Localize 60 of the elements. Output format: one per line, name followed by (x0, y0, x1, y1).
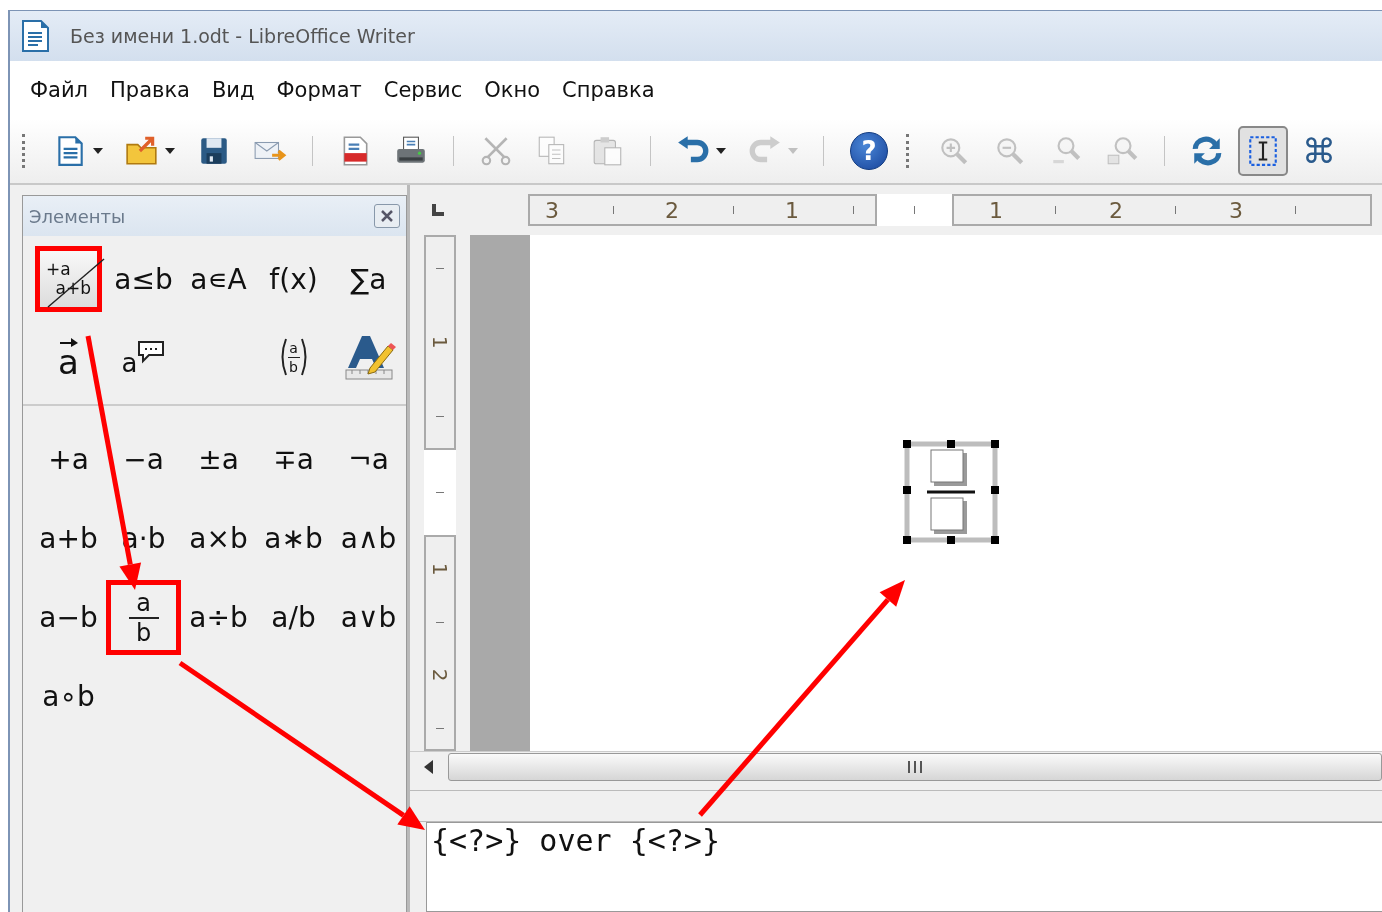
menu-item[interactable]: Вид (203, 74, 263, 106)
scroll-left-icon (424, 760, 434, 774)
scissors-icon (479, 134, 513, 168)
operator-button[interactable]: ±a (181, 422, 256, 497)
operator-button[interactable]: a∗b (256, 501, 331, 576)
category-button[interactable]: a (106, 320, 181, 394)
menu-item[interactable]: Справка (554, 74, 663, 106)
category-button[interactable]: a≤b (106, 242, 181, 316)
ruler-number: 1 (428, 336, 452, 349)
ruler-number: 1 (784, 197, 800, 223)
text-cursor-icon (1246, 134, 1280, 168)
panel-title: Элементы (29, 205, 126, 227)
menu-item[interactable]: Формат (268, 74, 370, 106)
caret-icon (93, 148, 103, 154)
toolbar-button[interactable]: ⌘ (1294, 126, 1344, 176)
category-button[interactable]: a∊A (181, 242, 256, 316)
grip-icon (907, 761, 923, 773)
category-button[interactable]: a (31, 320, 106, 394)
menu-item[interactable]: Окно (476, 74, 548, 106)
ruler-number: 2 (1108, 197, 1124, 223)
caret-icon (716, 148, 726, 154)
tab-stop-icon (430, 202, 446, 218)
menu-item[interactable]: Правка (102, 74, 198, 106)
ruler-number: 1 (988, 197, 1004, 223)
operator-button[interactable]: −a (106, 422, 181, 497)
category-button[interactable]: f(x) (256, 242, 331, 316)
arrow-icon (58, 336, 79, 347)
ruler-number: 2 (428, 668, 452, 682)
menu-item[interactable]: Файл (22, 74, 97, 106)
close-icon (380, 209, 394, 223)
operator-button[interactable]: a∨b (331, 580, 406, 655)
ruler-number: 3 (544, 197, 560, 223)
category-button[interactable]: a b (256, 320, 331, 394)
command-editor[interactable]: {<?>} over {<?>} (426, 822, 1382, 912)
caret-icon (788, 148, 798, 154)
operator-button[interactable]: a+b (31, 501, 106, 576)
menu-item[interactable]: Сервис (375, 74, 471, 106)
operator-button[interactable]: a/b (256, 580, 331, 655)
operator-button[interactable]: a÷b (181, 580, 256, 655)
folder-icon (125, 134, 159, 168)
window-title: Без имени 1.odt - LibreOffice Writer (70, 25, 415, 47)
category-button[interactable]: ∑a (331, 242, 406, 316)
scrollbar-thumb[interactable] (448, 753, 1382, 781)
operator-button[interactable]: a−b (31, 580, 106, 655)
speech-bubble-icon (137, 340, 166, 364)
operator-button[interactable]: +a (31, 422, 106, 497)
splitter-bar[interactable] (410, 790, 1382, 822)
ruler-number: 1 (428, 562, 452, 576)
refresh-icon (1190, 134, 1224, 168)
ruler-number: 3 (1228, 197, 1244, 223)
operator-button[interactable]: a b (106, 580, 181, 655)
operator-button[interactable]: a×b (181, 501, 256, 576)
operator-button[interactable]: ¬a (331, 422, 406, 497)
operator-button[interactable]: ∓a (256, 422, 331, 497)
caret-icon (165, 148, 175, 154)
help-button[interactable]: ? (850, 132, 888, 170)
operator-button[interactable]: a∧b (331, 501, 406, 576)
close-button[interactable] (374, 204, 400, 228)
ruler-number: 2 (664, 197, 680, 223)
operator-button[interactable]: a∘b (31, 659, 106, 734)
